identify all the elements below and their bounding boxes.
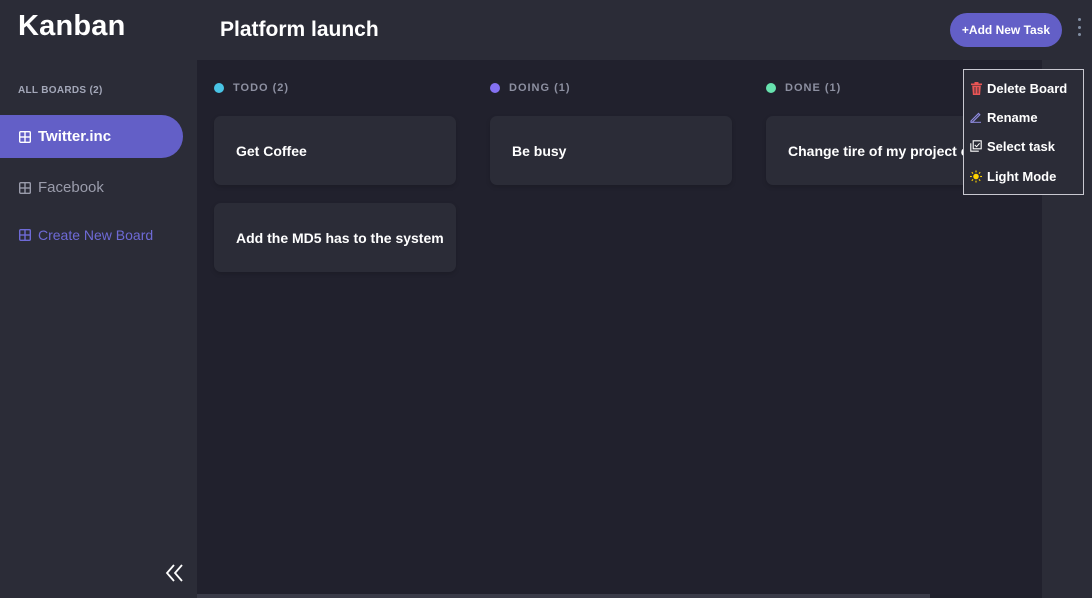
horizontal-scrollbar[interactable] [197, 594, 930, 598]
kebab-icon [1077, 18, 1081, 21]
page-title: Platform launch [220, 18, 379, 41]
column-label: DONE (1) [785, 82, 842, 94]
trash-icon [970, 81, 982, 95]
task-title: Add the MD5 has to the system [236, 229, 444, 246]
task-card[interactable]: Get Coffee [214, 116, 456, 185]
header: Platform launch +Add New Task [197, 0, 1092, 60]
sun-icon [970, 169, 982, 183]
status-dot [214, 83, 224, 93]
column-header-doing: DOING (1) [490, 82, 571, 94]
column-header-done: DONE (1) [766, 82, 841, 94]
task-card[interactable]: Add the MD5 has to the system [214, 203, 456, 272]
all-boards-heading: ALL BOARDS (2) [18, 85, 103, 96]
column-label: DOING (1) [509, 82, 571, 94]
board-icon [19, 130, 31, 143]
sidebar-item-twitter-inc[interactable]: Twitter.inc [0, 115, 183, 158]
pencil-icon [970, 110, 982, 124]
menu-item-select-task[interactable]: Select task [970, 136, 1055, 156]
menu-item-rename[interactable]: Rename [970, 107, 1038, 127]
status-dot [490, 83, 500, 93]
create-new-board-button[interactable]: Create New Board [0, 213, 183, 256]
board-menu-button[interactable] [1072, 16, 1086, 38]
kebab-icon-dot [1077, 33, 1081, 36]
task-title: Change tire of my project car [788, 142, 982, 159]
task-title: Get Coffee [236, 142, 307, 159]
sidebar-item-label: Facebook [38, 179, 104, 196]
sidebar-item-facebook[interactable]: Facebook [0, 166, 183, 209]
menu-item-light-mode[interactable]: Light Mode [970, 166, 1056, 186]
menu-item-label: Light Mode [987, 168, 1057, 184]
board-icon [19, 181, 31, 194]
column-label: TODO (2) [233, 82, 290, 94]
collapse-sidebar-button[interactable] [160, 561, 190, 589]
task-card[interactable]: Be busy [490, 116, 732, 185]
add-new-task-button[interactable]: +Add New Task [950, 13, 1062, 47]
board-icon [19, 228, 31, 241]
menu-item-label: Select task [987, 138, 1055, 154]
menu-item-label: Rename [987, 109, 1038, 125]
sidebar-item-label: Twitter.inc [38, 128, 112, 145]
task-title: Be busy [512, 142, 567, 159]
column-header-todo: TODO (2) [214, 82, 289, 94]
app-logo: Kanban [18, 10, 126, 42]
select-icon [970, 139, 982, 153]
double-chevron-left-icon [165, 563, 185, 588]
board-options-menu: Delete Board Rename Select task Light Mo… [963, 69, 1084, 195]
menu-item-label: Delete Board [987, 80, 1068, 96]
status-dot [766, 83, 776, 93]
menu-item-delete-board[interactable]: Delete Board [970, 78, 1067, 98]
kebab-icon-dot [1077, 25, 1081, 29]
create-new-board-label: Create New Board [38, 226, 154, 243]
sidebar: Kanban ALL BOARDS (2) Twitter.inc Facebo… [0, 0, 197, 598]
